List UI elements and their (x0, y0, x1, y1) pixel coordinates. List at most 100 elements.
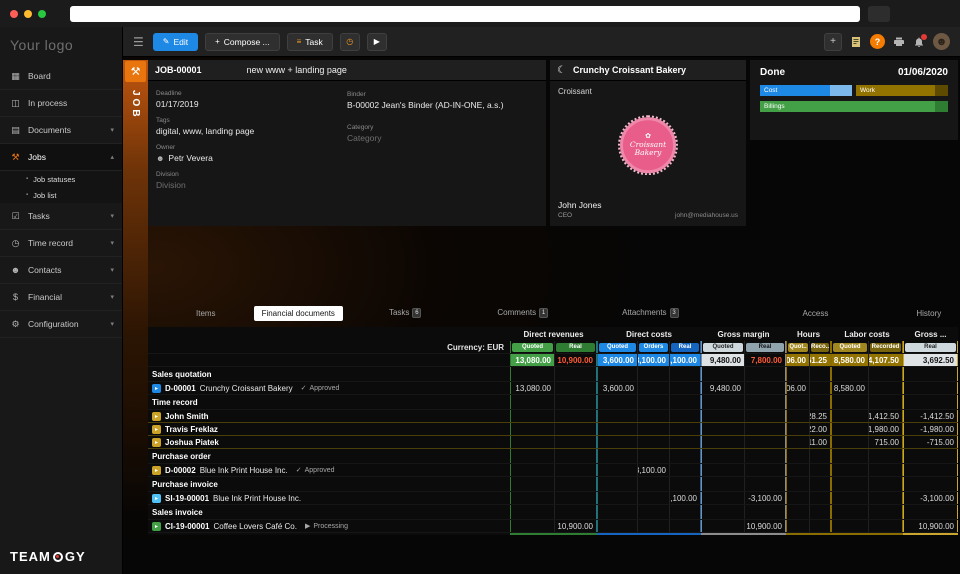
tab-items[interactable]: Items (188, 306, 224, 321)
sidebar-subitem-label: Job statuses (33, 174, 76, 184)
table-row-purchase-order[interactable]: ▸ D-00002 Blue Ink Print House Inc. ✓ App… (148, 464, 958, 477)
division-value[interactable]: Division (156, 180, 347, 190)
tab-label: Attachments (622, 308, 667, 317)
cell-dc-real (669, 464, 701, 476)
edit-button[interactable]: ✎ Edit (152, 32, 199, 51)
cell-h-recorded (809, 520, 831, 532)
table-row-sales-quotation[interactable]: ▸ D-00001 Crunchy Croissant Bakery ✓ Appr… (148, 382, 958, 395)
processing-icon: ▶ (304, 523, 311, 530)
document-icon: ▸ (152, 465, 161, 475)
cell-dc-orders (637, 492, 669, 504)
window-close-button[interactable] (10, 9, 18, 18)
cell-dc-orders (637, 423, 669, 435)
add-button[interactable]: + (824, 32, 842, 51)
table-row-time-record[interactable]: ▸ John Smith 28.25 1,412.50 -1,412.50 (148, 410, 958, 423)
tab-tasks[interactable]: Tasks 6 (381, 305, 429, 321)
table-row-sales-invoice[interactable]: ▸ CI-19-00001 Coffee Lovers Café Co. ▶ Pr… (148, 520, 958, 533)
start-button[interactable]: ▶ (366, 32, 387, 51)
sidebar-item-board[interactable]: ▦ Board (0, 63, 122, 90)
sidebar-item-tasks[interactable]: ☑ Tasks ▾ (0, 203, 122, 230)
document-icon: ▸ (152, 521, 161, 531)
table-cell (744, 477, 786, 491)
table-cell (637, 395, 669, 409)
tab-attachments[interactable]: Attachments 3 (614, 305, 686, 321)
browser-menu-button[interactable] (868, 5, 890, 22)
tags-label: Tags (156, 117, 170, 124)
deadline-value[interactable]: 01/17/2019 (156, 99, 347, 109)
table-row-time-record[interactable]: ▸ Joshua Piatek 11.00 715.00 -715.00 (148, 436, 958, 449)
sidebar-item-job-list[interactable]: ▪ Job list (0, 187, 122, 203)
sidebar-item-in-process[interactable]: ◫ In process (0, 90, 122, 117)
client-name[interactable]: Crunchy Croissant Bakery (573, 65, 686, 75)
cell-lc-recorded: 715.00 (868, 436, 903, 448)
table-cell (701, 395, 744, 409)
cell-lc-quoted (831, 410, 868, 422)
app-logo: Your logo (10, 37, 74, 53)
table-cell (701, 477, 744, 491)
table-row-purchase-invoice[interactable]: ▸ SI-19-00001 Blue Ink Print House Inc. … (148, 492, 958, 505)
compose-button[interactable]: + Compose ... (205, 32, 280, 51)
table-cell (903, 449, 958, 463)
contact-email[interactable]: john@mediahouse.us (675, 212, 738, 219)
sidebar-item-jobs[interactable]: ⚒ Jobs ▴ (0, 144, 122, 171)
table-cell (786, 367, 809, 381)
sidebar-item-contacts[interactable]: ☻ Contacts ▾ (0, 257, 122, 284)
address-bar[interactable] (70, 5, 860, 22)
binder-value[interactable]: B-00002 Jean's Binder (AD-IN-ONE, a.s.) (347, 100, 538, 110)
cell-h-quoted: 106.00 (786, 382, 809, 394)
table-cell (868, 505, 903, 519)
question-icon: ? (874, 36, 881, 47)
sidebar-item-time-record[interactable]: ◷ Time record ▾ (0, 230, 122, 257)
cell-dr-quoted: 13,080.00 (510, 382, 554, 394)
attachments-count-badge: 3 (669, 308, 679, 318)
section-purchase-invoice: Purchase invoice (148, 477, 958, 492)
cell-lc-quoted (831, 492, 868, 504)
gear-icon: ⚙ (11, 318, 20, 329)
cell-dr-quoted (510, 492, 554, 504)
table-cell (903, 505, 958, 519)
table-cell (903, 367, 958, 381)
tab-history[interactable]: History (908, 306, 949, 321)
client-contact[interactable]: John Jones CEO (558, 200, 601, 219)
cell-dr-quoted (510, 410, 554, 422)
window-minimize-button[interactable] (24, 9, 32, 18)
sidebar-item-documents[interactable]: ▤ Documents ▾ (0, 117, 122, 144)
tags-value[interactable]: digital, www, landing page (156, 126, 347, 136)
user-avatar[interactable]: ☻ (933, 33, 950, 50)
table-row-time-record[interactable]: ▸ Travis Freklaz 22.00 1,980.00 -1,980.0… (148, 423, 958, 436)
cell-h-recorded (809, 492, 831, 504)
table-cell (554, 395, 597, 409)
cell-dr-real (554, 464, 597, 476)
cell-dc-orders (637, 520, 669, 532)
owner-value[interactable]: ☻ Petr Vevera (156, 153, 347, 163)
col-h-quoted: Quot.. (786, 341, 809, 353)
cell-dr-quoted (510, 464, 554, 476)
tab-financial-documents[interactable]: Financial documents (253, 305, 343, 321)
cell-gm-real (744, 410, 786, 422)
category-value[interactable]: Category (347, 133, 538, 143)
notes-icon[interactable] (850, 36, 862, 48)
flower-icon: ✿ (645, 133, 651, 141)
cell-h-quoted (786, 436, 809, 448)
tab-access[interactable]: Access (795, 306, 837, 321)
print-icon[interactable] (893, 36, 905, 48)
cell-dc-orders: 3,100.00 (637, 464, 669, 476)
status-badge[interactable]: Done (760, 67, 785, 78)
help-button[interactable]: ? (870, 34, 885, 49)
detail-tabs: Items Financial documents Tasks 6 Comment… (148, 303, 960, 323)
bell-icon[interactable] (913, 33, 927, 48)
sidebar-item-configuration[interactable]: ⚙ Configuration ▾ (0, 311, 122, 338)
task-button[interactable]: ≡ Task (286, 32, 333, 51)
window-zoom-button[interactable] (38, 9, 46, 18)
bullet-icon: ▪ (26, 176, 29, 182)
tab-comments[interactable]: Comments 1 (489, 305, 556, 321)
contact-name: John Jones (558, 200, 602, 210)
client-card: ☾ Crunchy Croissant Bakery Croissant ✿ C… (550, 60, 746, 226)
sidebar-item-job-statuses[interactable]: ▪ Job statuses (0, 171, 122, 187)
sidebar-item-financial[interactable]: $ Financial ▾ (0, 284, 122, 311)
table-cell (554, 505, 597, 519)
hamburger-icon[interactable]: ☰ (133, 35, 144, 49)
time-tracker-button[interactable]: ◷ (339, 32, 360, 51)
sidebar-item-label: Jobs (28, 152, 46, 162)
work-progress-bar: Work (856, 85, 948, 96)
